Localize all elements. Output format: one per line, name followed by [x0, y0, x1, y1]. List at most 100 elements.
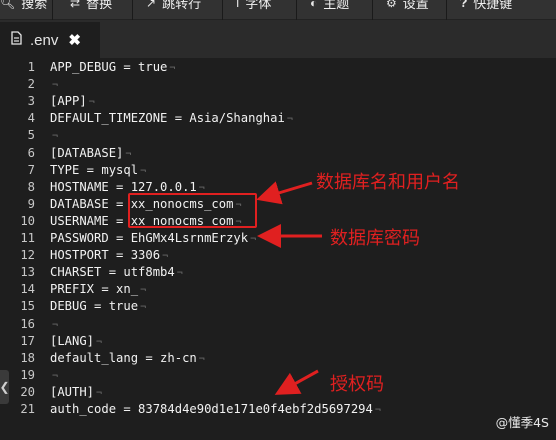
code-line[interactable]: default_lang = zh-cn ¬	[50, 350, 205, 367]
goto-line-icon: ↗	[146, 0, 157, 10]
newline-marker-icon: ¬	[96, 337, 103, 348]
code-line[interactable]: [DATABASE] ¬	[50, 145, 131, 162]
newline-marker-icon: ¬	[198, 354, 205, 365]
toolbar-divider	[222, 0, 223, 20]
code-line-text: default_lang = zh-cn	[50, 351, 197, 365]
newline-marker-icon: ¬	[374, 405, 381, 416]
code-line-text: CHARSET = utf8mb4	[50, 265, 175, 279]
line-number: 12	[20, 248, 35, 262]
settings-icon: ⚙	[386, 0, 397, 10]
theme-button[interactable]: ◐ 主题	[310, 0, 349, 20]
code-line[interactable]: DATABASE = xx_nonocms_com ¬	[50, 196, 241, 213]
tab-env-file[interactable]: .env ✖	[0, 22, 100, 58]
line-number: 19	[20, 368, 35, 382]
code-line[interactable]: APP_DEBUG = true ¬	[50, 59, 175, 76]
newline-marker-icon: ¬	[88, 97, 95, 108]
tab-bar: .env ✖	[0, 20, 556, 58]
code-line-text: DATABASE = xx_nonocms_com	[50, 197, 234, 211]
line-number: 16	[20, 317, 35, 331]
toolbar: 🔍︎ 搜索 ⇄ 替换 ↗ 跳转行 I 字体 ◐ 主题 ⚙ 设置 ❓︎ 快捷键	[0, 0, 556, 20]
code-line[interactable]: ¬	[50, 127, 58, 144]
newline-marker-icon: ¬	[198, 183, 205, 194]
line-number: 7	[27, 163, 35, 177]
settings-button[interactable]: ⚙ 设置	[386, 0, 429, 20]
toolbar-divider	[132, 0, 133, 20]
toolbar-divider	[446, 0, 447, 20]
font-button[interactable]: I 字体	[236, 0, 271, 20]
shortcuts-button[interactable]: ❓︎ 快捷键	[460, 0, 512, 20]
code-line-text: HOSTPORT = 3306	[50, 248, 161, 262]
code-line[interactable]: DEFAULT_TIMEZONE = Asia/Shanghai ¬	[50, 110, 293, 127]
code-line-text: DEFAULT_TIMEZONE = Asia/Shanghai	[50, 111, 285, 125]
code-line-text: [DATABASE]	[50, 146, 124, 160]
code-line-text: [AUTH]	[50, 385, 95, 399]
newline-marker-icon: ¬	[169, 63, 176, 74]
line-number: 17	[20, 334, 35, 348]
line-number: 5	[27, 128, 35, 142]
newline-marker-icon: ¬	[162, 251, 169, 262]
code-line[interactable]: ¬	[50, 316, 58, 333]
line-number: 20	[20, 385, 35, 399]
line-number: 1	[27, 60, 35, 74]
code-line-text: PREFIX = xn_	[50, 282, 139, 296]
line-number: 21	[20, 402, 35, 416]
newline-marker-icon: ¬	[52, 131, 59, 142]
newline-marker-icon: ¬	[125, 149, 132, 160]
code-line-text: [LANG]	[50, 334, 95, 348]
watermark: @懂季4S	[495, 415, 549, 430]
line-number: 9	[27, 197, 35, 211]
newline-marker-icon: ¬	[52, 80, 59, 91]
newline-marker-icon: ¬	[96, 388, 103, 399]
code-line-text: DEBUG = true	[50, 299, 139, 313]
close-icon[interactable]: ✖	[68, 31, 81, 49]
code-line-text: APP_DEBUG = true	[50, 60, 168, 74]
line-number: 2	[27, 77, 35, 91]
search-button[interactable]: 🔍︎ 搜索	[0, 0, 47, 20]
code-line[interactable]: USERNAME = xx_nonocms_com ¬	[50, 213, 241, 230]
code-line[interactable]: [AUTH] ¬	[50, 384, 102, 401]
code-line[interactable]: ¬	[50, 367, 58, 384]
toolbar-divider	[372, 0, 373, 20]
replace-button[interactable]: ⇄ 替换	[70, 0, 112, 20]
annotation-db-user: 数据库名和用户名	[316, 172, 460, 193]
code-line[interactable]: PASSWORD = EhGMx4LsrnmErzyk ¬	[50, 230, 256, 247]
code-line[interactable]: HOSTNAME = 127.0.0.1 ¬	[50, 179, 205, 196]
goto-line-button[interactable]: ↗ 跳转行	[146, 0, 201, 20]
line-number: 15	[20, 299, 35, 313]
line-number: 14	[20, 282, 35, 296]
newline-marker-icon: ¬	[250, 234, 257, 245]
code-line-text: HOSTNAME = 127.0.0.1	[50, 180, 197, 194]
newline-marker-icon: ¬	[140, 285, 147, 296]
code-line-text: PASSWORD = EhGMx4LsrnmErzyk	[50, 231, 249, 245]
code-line[interactable]: auth_code = 83784d4e90d1e171e0f4ebf2d569…	[50, 401, 381, 418]
code-editor[interactable]: ❮ 1 APP_DEBUG = true ¬ 2 ¬ 3 [APP] ¬ 4 DEFAULT_TI…	[0, 58, 556, 440]
newline-marker-icon: ¬	[176, 268, 183, 279]
font-icon: I	[236, 0, 240, 10]
replace-icon: ⇄	[70, 0, 81, 10]
newline-marker-icon: ¬	[286, 114, 293, 125]
file-icon	[11, 31, 22, 49]
code-line[interactable]: HOSTPORT = 3306 ¬	[50, 247, 168, 264]
code-line[interactable]: ¬	[50, 76, 58, 93]
annotation-auth-code: 授权码	[330, 374, 384, 395]
newline-marker-icon: ¬	[140, 166, 147, 177]
line-number: 13	[20, 265, 35, 279]
line-number: 4	[27, 111, 35, 125]
newline-marker-icon: ¬	[140, 302, 147, 313]
newline-marker-icon: ¬	[52, 320, 59, 331]
code-line[interactable]: DEBUG = true ¬	[50, 298, 146, 315]
newline-marker-icon: ¬	[235, 217, 242, 228]
code-line-text: USERNAME = xx_nonocms_com	[50, 214, 234, 228]
code-line[interactable]: CHARSET = utf8mb4 ¬	[50, 264, 183, 281]
code-line-text: [APP]	[50, 94, 87, 108]
code-line[interactable]: [LANG] ¬	[50, 333, 102, 350]
search-icon: 🔍︎	[0, 0, 16, 10]
newline-marker-icon: ¬	[235, 200, 242, 211]
code-line[interactable]: PREFIX = xn_ ¬	[50, 281, 146, 298]
line-number: 3	[27, 94, 35, 108]
code-line-text: TYPE = mysql	[50, 163, 139, 177]
code-line[interactable]: [APP] ¬	[50, 93, 95, 110]
line-number: 18	[20, 351, 35, 365]
code-line[interactable]: TYPE = mysql ¬	[50, 162, 146, 179]
line-number: 11	[20, 231, 35, 245]
